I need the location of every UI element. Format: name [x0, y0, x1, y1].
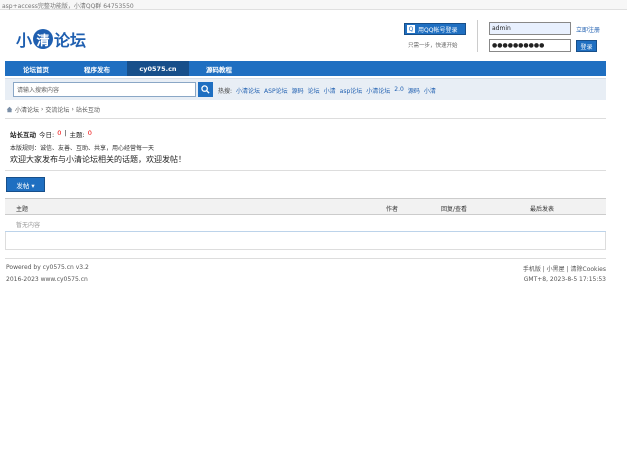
logo-part-3: 论坛: [54, 31, 87, 50]
site-logo[interactable]: 小 清 论坛: [16, 27, 86, 51]
search-icon: [201, 85, 210, 94]
forum-header: 站长互动 今日: 0 | 主题: 0: [10, 129, 92, 139]
home-icon[interactable]: [6, 106, 13, 113]
breadcrumb: 小清论坛 › 交流论坛 › 站长互动: [6, 105, 100, 114]
forum-rules: 本版规则：诚信、友善、互助、共享，用心经营每一天: [10, 145, 155, 152]
nav-item-tutorials[interactable]: 源码教程: [189, 61, 249, 76]
hot-label: 热搜:: [218, 88, 233, 95]
username-input[interactable]: [489, 22, 571, 35]
col-author: 作者: [386, 206, 399, 213]
breadcrumb-sep: ›: [71, 106, 74, 113]
today-count: 0: [57, 129, 62, 137]
col-title: 主题: [16, 206, 29, 213]
table-row: 暂无内容: [5, 215, 606, 232]
empty-text: 暂无内容: [16, 222, 41, 229]
logo-part-2: 清: [33, 29, 54, 49]
hot-tag[interactable]: 小清: [424, 86, 436, 95]
password-input[interactable]: [489, 39, 571, 52]
forum-description: 欢迎大家发布与小清论坛相关的话题，欢迎发帖！: [10, 155, 186, 164]
forum-name: 站长互动: [10, 131, 36, 139]
topics-label: 主题:: [69, 131, 85, 139]
today-label: 今日:: [39, 131, 55, 139]
breadcrumb-item[interactable]: 站长互动: [76, 105, 100, 114]
thread-table-header: 主题 作者 回复/查看 最后发表: [5, 198, 606, 215]
logo-part-1: 小: [16, 31, 33, 50]
col-last-post: 最后发表: [530, 206, 555, 213]
hot-searches: 热搜: 小清论坛 ASP论坛 源码 论坛 小清 asp论坛 小清论坛 2.0 源…: [218, 86, 436, 95]
nav-item-cy0575[interactable]: cy0575.cn: [127, 61, 189, 76]
divider: [5, 170, 606, 171]
qq-icon: Q: [407, 25, 415, 33]
hot-tag[interactable]: 源码: [292, 86, 304, 95]
hot-tag[interactable]: 小清: [324, 86, 336, 95]
search-input[interactable]: 请输入搜索内容: [13, 82, 196, 97]
footer-time: GMT+8, 2023-8-5 17:15:53: [523, 276, 606, 283]
top-bar-text: asp+access完整功能版，小清QQ群 64753550: [2, 3, 134, 10]
login-button[interactable]: 登录: [576, 40, 597, 52]
hot-tag[interactable]: 源码: [408, 86, 420, 95]
top-bar: asp+access完整功能版，小清QQ群 64753550: [0, 0, 627, 10]
footer-copyright: 2016-2023 www.cy0575.cn: [6, 276, 88, 283]
breadcrumb-sep: ›: [41, 106, 44, 113]
breadcrumb-item[interactable]: 交流论坛: [45, 105, 69, 114]
footer-divider: [5, 258, 606, 259]
register-link[interactable]: 立即注册: [576, 25, 600, 34]
divider: [5, 118, 606, 119]
footer-links[interactable]: 手机版 | 小黑屋 | 清除Cookies: [523, 264, 606, 273]
topics-count: 0: [87, 129, 92, 137]
qq-login-label: 用QQ帐号登录: [418, 26, 458, 34]
qq-login-tip: 只需一步，快速开始: [408, 43, 458, 49]
new-post-button[interactable]: 发帖 ▾: [6, 177, 45, 192]
main-nav: 论坛首页 程序发布 cy0575.cn 源码教程: [5, 61, 606, 76]
hot-tag[interactable]: 2.0: [394, 86, 404, 95]
table-body: [5, 232, 606, 250]
hot-tag[interactable]: ASP论坛: [264, 86, 288, 95]
footer-powered[interactable]: Powered by cy0575.cn v3.2: [6, 264, 89, 271]
qq-login-button[interactable]: Q 用QQ帐号登录: [404, 23, 466, 35]
nav-item-home[interactable]: 论坛首页: [5, 61, 67, 76]
breadcrumb-item[interactable]: 小清论坛: [15, 105, 39, 114]
stats-sep: |: [64, 129, 67, 137]
search-button[interactable]: [198, 82, 213, 97]
search-bar: 请输入搜索内容 热搜: 小清论坛 ASP论坛 源码 论坛 小清 asp论坛 小清…: [5, 78, 606, 100]
col-replies: 回复/查看: [441, 206, 468, 213]
header-divider: [477, 20, 478, 52]
nav-item-release[interactable]: 程序发布: [67, 61, 127, 76]
hot-tag[interactable]: 小清论坛: [366, 86, 390, 95]
hot-tag[interactable]: 小清论坛: [236, 86, 260, 95]
hot-tag[interactable]: 论坛: [308, 86, 320, 95]
hot-tag[interactable]: asp论坛: [340, 86, 363, 95]
